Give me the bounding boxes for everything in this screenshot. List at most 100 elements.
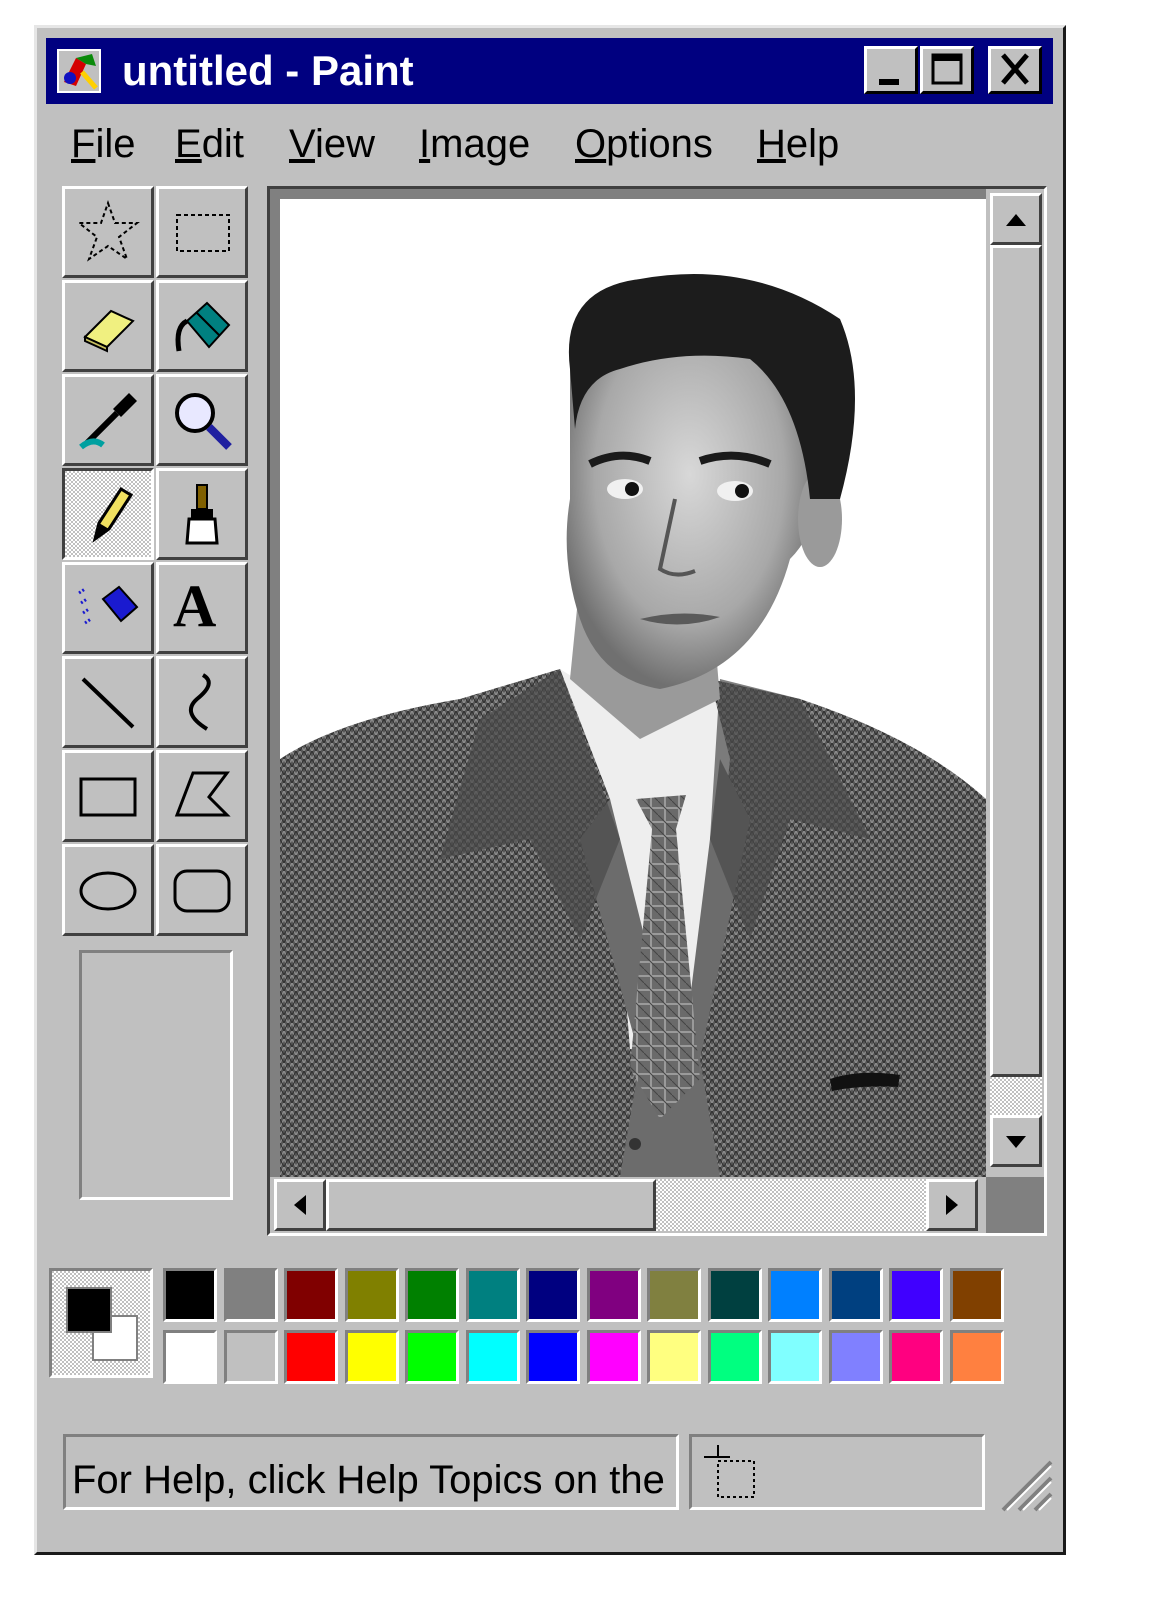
menu-help-mnemonic: H	[757, 122, 786, 166]
color-swatch[interactable]	[465, 1330, 520, 1384]
tool-magnifier[interactable]	[156, 374, 248, 466]
color-swatch[interactable]	[586, 1268, 641, 1322]
color-swatch[interactable]	[405, 1268, 459, 1322]
status-coordinates-panel	[689, 1434, 985, 1510]
menu-options[interactable]: Options	[575, 116, 713, 172]
color-swatch[interactable]	[163, 1330, 217, 1384]
vertical-scrollbar[interactable]	[986, 189, 1044, 1177]
tool-options-box[interactable]	[79, 950, 233, 1200]
status-text: For Help, click Help Topics on the	[72, 1458, 665, 1502]
color-swatch[interactable]	[223, 1330, 278, 1384]
tool-airbrush[interactable]	[62, 562, 154, 654]
color-swatch[interactable]	[768, 1268, 822, 1322]
tool-free-form-select[interactable]	[62, 186, 154, 278]
close-button[interactable]	[988, 46, 1042, 94]
horizontal-scroll-thumb[interactable]	[326, 1179, 656, 1231]
menu-view[interactable]: View	[289, 116, 375, 172]
color-swatch[interactable]	[949, 1268, 1004, 1322]
magnifier-icon	[175, 393, 232, 450]
tool-ellipse[interactable]	[62, 844, 154, 936]
menu-help-rest: elp	[785, 122, 840, 166]
color-swatch[interactable]	[889, 1330, 943, 1384]
maximize-icon	[931, 53, 963, 85]
color-swatch[interactable]	[344, 1268, 399, 1322]
menu-view-mnemonic: V	[289, 122, 315, 166]
color-swatch[interactable]	[949, 1330, 1004, 1384]
rounded-rectangle-icon	[173, 869, 231, 913]
color-swatch[interactable]	[828, 1330, 883, 1384]
minimize-button[interactable]	[864, 46, 918, 94]
color-swatch[interactable]	[284, 1268, 338, 1322]
tool-select[interactable]	[156, 186, 248, 278]
scroll-right-button[interactable]	[926, 1179, 978, 1231]
tool-line[interactable]	[62, 656, 154, 748]
menu-file-rest: ile	[95, 122, 136, 166]
menu-view-rest: iew	[314, 122, 375, 166]
color-swatch[interactable]	[284, 1330, 338, 1384]
color-swatch[interactable]	[526, 1330, 580, 1384]
color-swatch[interactable]	[344, 1330, 399, 1384]
tool-eraser[interactable]	[62, 280, 154, 372]
title-bar[interactable]: untitled - Paint	[46, 38, 1053, 104]
color-swatch[interactable]	[768, 1330, 822, 1384]
color-swatch[interactable]	[163, 1268, 217, 1322]
color-swatch[interactable]	[223, 1268, 278, 1322]
tool-polygon[interactable]	[156, 750, 248, 842]
paint-window: untitled - Paint File Edit View Image Op…	[34, 25, 1066, 1555]
color-swatch[interactable]	[647, 1330, 701, 1384]
menu-bar: File Edit View Image Options Help	[53, 116, 1053, 172]
status-message-panel: For Help, click Help Topics on the	[63, 1434, 679, 1510]
vertical-scroll-thumb[interactable]	[990, 245, 1042, 1077]
star-select-icon	[76, 199, 140, 262]
menu-options-rest: ptions	[606, 122, 713, 166]
color-swatch[interactable]	[526, 1268, 580, 1322]
paint-bucket-icon	[175, 301, 231, 352]
color-swatch[interactable]	[828, 1268, 883, 1322]
tool-curve[interactable]	[156, 656, 248, 748]
vertical-scroll-track[interactable]	[990, 1077, 1042, 1115]
status-bar: For Help, click Help Topics on the	[49, 1428, 1055, 1518]
resize-grip-icon[interactable]	[993, 1452, 1053, 1512]
selection-size-icon	[704, 1445, 755, 1498]
menu-image-rest: mage	[430, 122, 531, 166]
color-swatch[interactable]	[647, 1268, 701, 1322]
arrow-left-icon	[294, 1195, 306, 1215]
color-swatch[interactable]	[889, 1268, 943, 1322]
tool-pick-color[interactable]	[62, 374, 154, 466]
maximize-button[interactable]	[920, 46, 974, 94]
current-colors[interactable]	[49, 1268, 153, 1378]
window-title: untitled - Paint	[122, 47, 414, 94]
color-swatch[interactable]	[707, 1330, 762, 1384]
scroll-down-button[interactable]	[990, 1115, 1042, 1167]
curve-icon	[188, 673, 211, 731]
menu-image[interactable]: Image	[419, 116, 530, 172]
brush-icon	[185, 484, 219, 545]
tool-fill-with-color[interactable]	[156, 280, 248, 372]
airbrush-icon	[78, 585, 139, 625]
menu-file[interactable]: File	[71, 116, 135, 172]
rectangle-icon	[79, 777, 137, 817]
rect-select-icon	[176, 214, 230, 252]
eyedropper-icon	[79, 393, 137, 450]
arrow-right-icon	[946, 1195, 958, 1215]
tool-rounded-rectangle[interactable]	[156, 844, 248, 936]
scroll-left-button[interactable]	[274, 1179, 326, 1231]
color-swatch[interactable]	[586, 1330, 641, 1384]
tool-brush[interactable]	[156, 468, 248, 560]
drawing-canvas[interactable]	[280, 199, 986, 1177]
polygon-icon	[174, 771, 231, 817]
menu-edit[interactable]: Edit	[175, 116, 244, 172]
tool-text[interactable]: A	[156, 562, 248, 654]
horizontal-scroll-track[interactable]	[656, 1179, 926, 1231]
color-swatch[interactable]	[465, 1268, 520, 1322]
color-swatch[interactable]	[405, 1330, 459, 1384]
color-swatch[interactable]	[707, 1268, 762, 1322]
menu-image-mnemonic: I	[419, 122, 431, 166]
menu-help[interactable]: Help	[757, 116, 839, 172]
arrow-up-icon	[1006, 214, 1026, 226]
horizontal-scrollbar[interactable]	[270, 1177, 986, 1233]
tool-pencil[interactable]	[62, 468, 154, 560]
tool-rectangle[interactable]	[62, 750, 154, 842]
paint-app-icon[interactable]	[56, 48, 102, 94]
scroll-up-button[interactable]	[990, 193, 1042, 245]
